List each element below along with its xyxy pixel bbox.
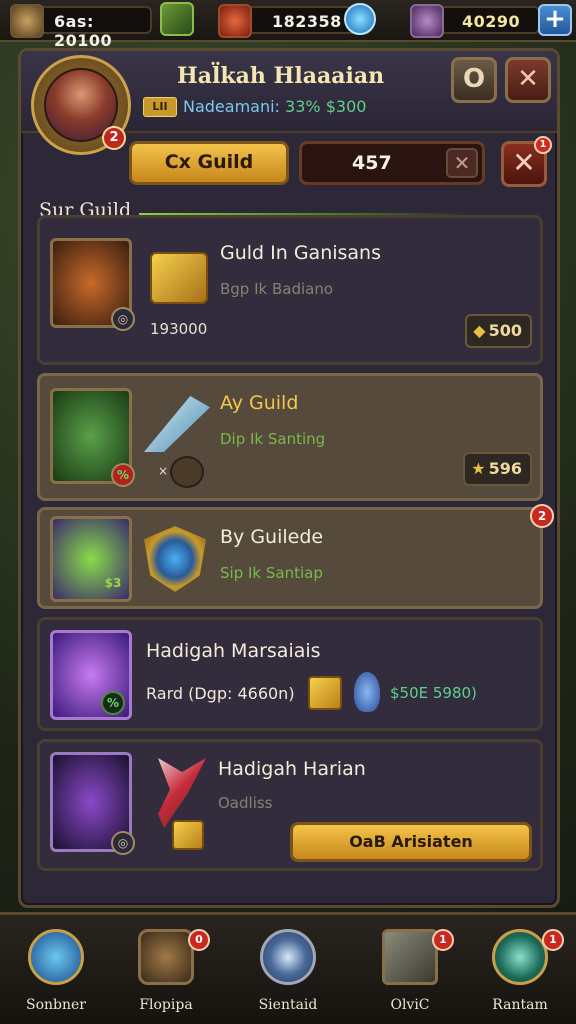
- card-subtitle: Bgp Ik Badiano: [220, 280, 334, 298]
- resource-value: 6as: 20100: [54, 12, 113, 50]
- guild-card[interactable]: % Hadigah Marsaiais Rard (Dgp: 4660n) $5…: [37, 617, 543, 731]
- info-button[interactable]: O: [451, 57, 497, 103]
- guild-count-value: 457: [352, 152, 392, 174]
- notification-badge: 2: [530, 504, 554, 528]
- crystal-sword-icon: [144, 396, 210, 452]
- guild-count-field[interactable]: 457 ✕: [299, 141, 485, 185]
- resource-value: 40290: [462, 12, 521, 31]
- gear-resource-icon: [10, 4, 44, 38]
- resource-rubies[interactable]: 182358: [218, 3, 376, 38]
- close-icon: ✕: [512, 146, 536, 179]
- armored-knight-icon: %: [50, 388, 135, 487]
- card-title: Hadigah Harian: [218, 758, 366, 780]
- star-icon: ★: [471, 459, 486, 478]
- resource-shields[interactable]: 40290: [410, 4, 540, 38]
- nav-item-sientaid[interactable]: Sientaid: [238, 921, 338, 1021]
- corner-badge: %: [111, 463, 135, 487]
- corner-badge: %: [101, 691, 125, 715]
- nav-item-sonbner[interactable]: Sonbner: [6, 921, 106, 1021]
- card-title: Ay Guild: [220, 392, 299, 414]
- nav-label: Sientaid: [258, 997, 318, 1013]
- nav-item-rantam[interactable]: 1 Rantam: [470, 921, 570, 1021]
- card-title: Hadigah Marsaiais: [146, 640, 321, 662]
- subtitle-label: Nadeamani:: [183, 97, 280, 116]
- guild-card[interactable]: % × Ay Guild Dip Ik Santing ★ 596: [37, 373, 543, 501]
- nav-item-olvic[interactable]: 1 OlviC: [360, 921, 460, 1021]
- guild-card[interactable]: $3 By Guilede Sip Ik Santiap 2: [37, 504, 554, 609]
- nav-item-flopipa[interactable]: 0 Flopipa: [116, 921, 216, 1021]
- hero-warrior-icon: ◎: [50, 752, 135, 855]
- bottom-navigation: Sonbner 0 Flopipa Sientaid 1 OlviC 1 Ran…: [0, 912, 576, 1024]
- green-gem-icon[interactable]: [160, 2, 194, 36]
- close-header-button[interactable]: ✕: [505, 57, 551, 103]
- close-panel-button[interactable]: ✕ 1: [501, 136, 552, 187]
- guild-card[interactable]: ◎ Hadigah Harian Oadliss OaB Arisiaten: [37, 739, 543, 871]
- clear-count-button[interactable]: ✕: [446, 148, 478, 178]
- nav-label: Rantam: [492, 997, 548, 1013]
- card-subtitle: Oadliss: [218, 794, 273, 812]
- resource-gears[interactable]: 6as: 20100: [10, 4, 152, 50]
- magnifier-icon: [492, 929, 548, 985]
- potion-icon: [354, 672, 380, 712]
- corner-badge: ◎: [111, 831, 135, 855]
- player-subtitle: Nadeamani: 33% $300: [183, 97, 366, 116]
- spiral-shield-icon: [28, 929, 84, 985]
- resource-bar: 6as: 20100 182358 40290 +: [0, 0, 576, 50]
- notification-badge: 1: [542, 929, 564, 951]
- card-title: By Guilede: [220, 526, 324, 548]
- notification-badge: 1: [534, 136, 552, 154]
- gem-icon: ◆: [473, 321, 486, 340]
- subtitle-percent: 33%: [285, 97, 321, 116]
- rune-stone-icon: [170, 456, 204, 488]
- notification-badge: 0: [188, 929, 210, 951]
- avatar-badge: 2: [102, 126, 126, 150]
- card-subtitle: Sip Ik Santiap: [220, 564, 323, 582]
- reward-text: $50E 5980): [390, 684, 477, 702]
- card-subtitle: Rard (Dgp: 4660n): [146, 684, 295, 703]
- join-guild-button[interactable]: OaB Arisiaten: [290, 822, 532, 862]
- compass-icon: [260, 929, 316, 985]
- star-shield-icon: [144, 526, 206, 592]
- shield-icon: [410, 4, 444, 38]
- war-hammer-icon: ◎: [50, 238, 135, 331]
- guild-panel: Hal̈kah Hlaaaian LII Nadeamani: 33% $300…: [18, 48, 560, 908]
- treasure-chest-icon: [150, 252, 208, 304]
- notification-badge: 1: [432, 929, 454, 951]
- magic-mace-icon: $3: [50, 516, 132, 602]
- corner-badge: $3: [104, 576, 122, 590]
- price-value: 596: [488, 459, 522, 478]
- portal-icon: %: [50, 630, 132, 720]
- nav-label: Sonbner: [26, 997, 86, 1013]
- guild-card[interactable]: ◎ Guld In Ganisans Bgp Ik Badiano 193000…: [37, 215, 543, 365]
- corner-badge: ◎: [111, 307, 135, 331]
- bag-icon: [138, 929, 194, 985]
- gold-cube-icon: [308, 676, 342, 710]
- price-button[interactable]: ◆ 500: [465, 314, 532, 348]
- ruby-icon: [218, 4, 252, 38]
- quantity-marker: ×: [158, 464, 169, 478]
- blue-gem-icon: [344, 3, 376, 35]
- anvil-icon: [382, 929, 438, 985]
- card-amount: 193000: [150, 320, 208, 338]
- resource-value: 182358: [272, 12, 342, 31]
- nav-label: Flopipa: [139, 997, 193, 1013]
- add-resource-button[interactable]: +: [538, 4, 572, 36]
- player-avatar[interactable]: 2: [31, 55, 131, 155]
- gold-cube-icon: [172, 820, 204, 850]
- card-subtitle: Dip Ik Santing: [220, 430, 326, 448]
- level-tag: LII: [143, 97, 177, 117]
- player-name: Hal̈kah Hlaaaian: [177, 63, 385, 89]
- subtitle-gold: $300: [325, 97, 367, 116]
- nav-label: OlviC: [390, 997, 430, 1013]
- guild-button[interactable]: Cx Guild: [129, 141, 289, 185]
- price-value: 500: [488, 321, 522, 340]
- card-title: Guld In Ganisans: [220, 242, 381, 264]
- price-button[interactable]: ★ 596: [463, 452, 532, 486]
- winged-staff-icon: [158, 758, 206, 828]
